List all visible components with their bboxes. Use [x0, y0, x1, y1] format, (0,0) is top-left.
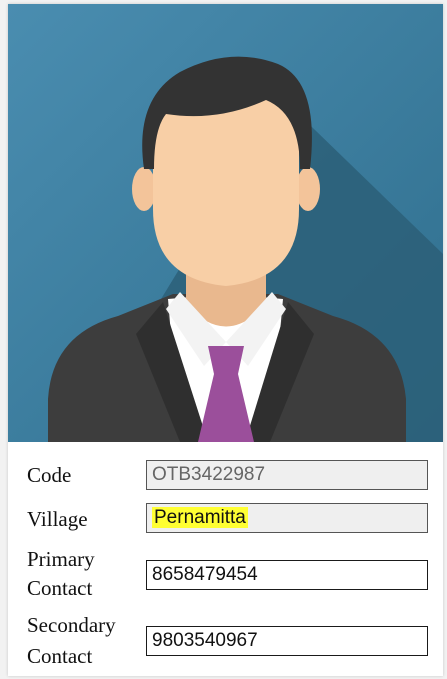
primary-contact-value: 8658479454: [152, 564, 258, 585]
primary-contact-input[interactable]: 8658479454: [146, 560, 428, 590]
secondary-contact-label-line2: Contact: [27, 644, 93, 668]
secondary-contact-input[interactable]: 9803540967: [146, 626, 428, 656]
village-field: Pernamitta: [146, 503, 428, 533]
code-label: Code: [27, 463, 72, 487]
secondary-contact-value: 9803540967: [152, 630, 258, 651]
village-label: Village: [27, 507, 88, 531]
code-value: OTB3422987: [152, 464, 266, 485]
primary-contact-label-line2: Contact: [27, 576, 93, 600]
secondary-contact-label-line1: Secondary: [27, 613, 116, 637]
profile-photo: [8, 4, 443, 442]
village-value: Pernamitta: [152, 507, 248, 528]
code-field: OTB3422987: [146, 460, 428, 490]
profile-card: Code OTB3422987 Village Pernamitta Prima…: [8, 4, 443, 676]
primary-contact-label-line1: Primary: [27, 547, 95, 571]
